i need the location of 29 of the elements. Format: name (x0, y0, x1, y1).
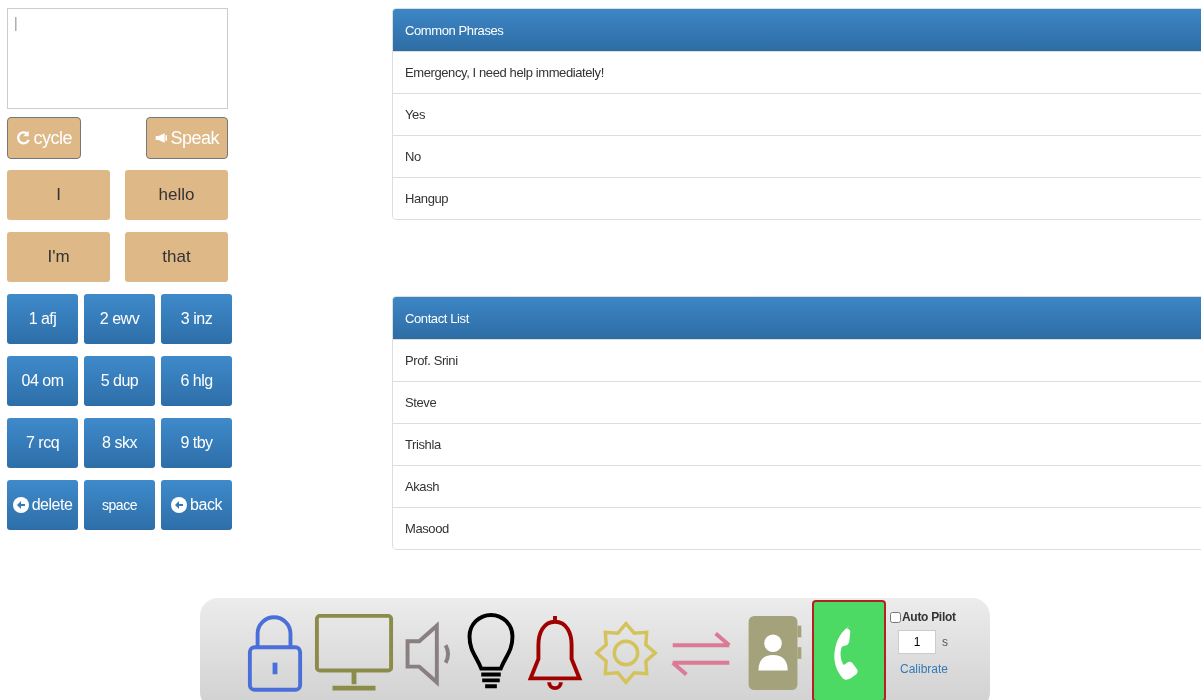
keypad-key[interactable]: 9 tby (161, 418, 232, 468)
keypad-key[interactable]: 2 ewv (84, 294, 155, 344)
auto-pilot-checkbox[interactable] (890, 611, 901, 623)
call-button[interactable] (812, 600, 886, 700)
word-suggestion[interactable]: that (125, 232, 228, 282)
keypad-key[interactable]: 5 dup (84, 356, 155, 406)
back-button[interactable]: back (161, 480, 232, 530)
list-item[interactable]: Hangup (393, 177, 1201, 219)
word-suggestion[interactable]: I (7, 170, 110, 220)
keypad-key[interactable]: 6 hlg (161, 356, 232, 406)
keypad-key[interactable]: 1 afj (7, 294, 78, 344)
auto-pilot-label: Auto Pilot (902, 610, 956, 624)
panel-header: Contact List (393, 297, 1201, 339)
keypad-key[interactable]: 3 inz (161, 294, 232, 344)
panel-header: Common Phrases (393, 9, 1201, 51)
interval-field[interactable]: 1 (898, 630, 936, 654)
keypad-key[interactable]: 04 om (7, 356, 78, 406)
megaphone-icon (155, 131, 168, 145)
keypad-key[interactable]: space (84, 480, 155, 530)
list-item[interactable]: Masood (393, 507, 1201, 549)
message-field[interactable]: | (7, 8, 228, 109)
delete-button[interactable]: delete (7, 480, 78, 530)
word-suggestion[interactable]: I'm (7, 232, 110, 282)
keypad-key[interactable]: 8 skx (84, 418, 155, 468)
word-suggestion[interactable]: hello (125, 170, 228, 220)
keypad-key[interactable]: 7 rcq (7, 418, 78, 468)
refresh-icon (16, 130, 31, 146)
unit-label: s (942, 635, 948, 649)
calibrate-link[interactable]: Calibrate (900, 662, 949, 676)
